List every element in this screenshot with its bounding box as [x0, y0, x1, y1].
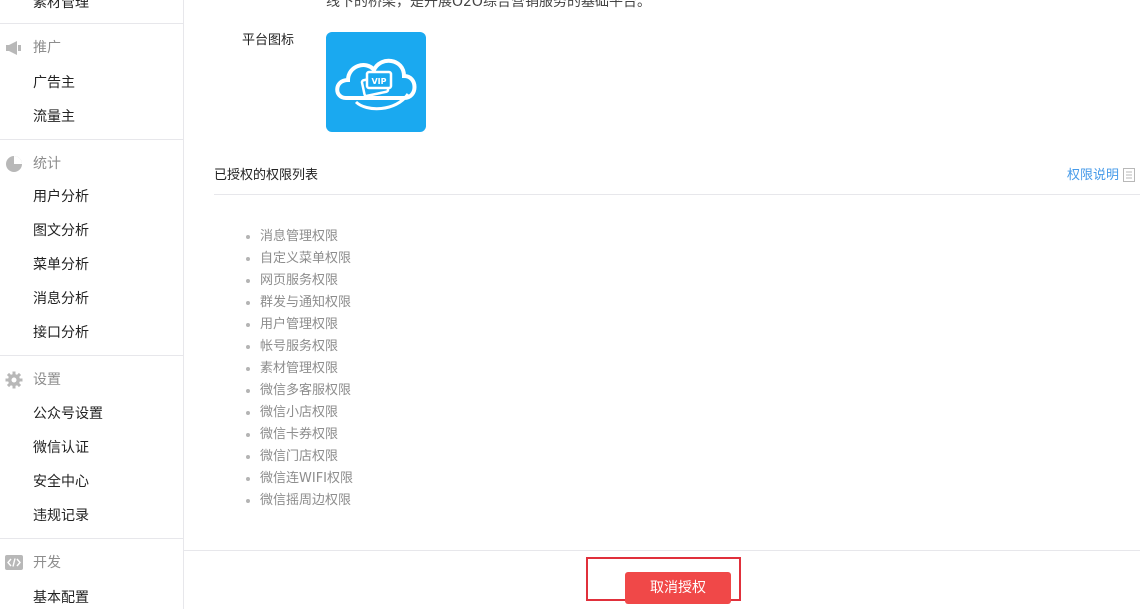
sidebar-item-wechat-verify[interactable]: 微信认证 [33, 438, 89, 458]
list-item: 微信连WIFI权限 [260, 468, 353, 490]
svg-text:VIP: VIP [371, 77, 386, 86]
list-item: 网页服务权限 [260, 270, 353, 292]
sidebar-item-violation-records[interactable]: 违规记录 [33, 506, 89, 526]
platform-icon-label: 平台图标 [242, 33, 295, 48]
document-icon[interactable] [1123, 168, 1136, 186]
sidebar-item-security-center[interactable]: 安全中心 [33, 472, 89, 492]
section-divider [214, 194, 1140, 195]
sidebar-group-title: 推广 [33, 40, 61, 56]
sidebar-item-account-settings[interactable]: 公众号设置 [33, 404, 103, 424]
sidebar-item-advertiser[interactable]: 广告主 [33, 73, 75, 93]
sidebar-item-menu-analysis[interactable]: 菜单分析 [33, 255, 89, 275]
sidebar-group-develop: 开发 [0, 553, 183, 573]
permission-list: 消息管理权限 自定义菜单权限 网页服务权限 群发与通知权限 用户管理权限 帐号服… [242, 226, 353, 512]
list-item: 微信卡券权限 [260, 424, 353, 446]
footer-divider [184, 550, 1140, 551]
sidebar-group-title: 统计 [33, 156, 61, 172]
sidebar-item-message-analysis[interactable]: 消息分析 [33, 289, 89, 309]
list-item: 自定义菜单权限 [260, 248, 353, 270]
code-icon [5, 554, 23, 572]
permission-info-label[interactable]: 权限说明 [1067, 168, 1119, 183]
cancel-authorization-button[interactable]: 取消授权 [625, 572, 731, 604]
platform-description: 线下的桥梁，是开展O2O综合营销服务的基础平台。 [326, 0, 651, 10]
main-content: 线下的桥梁，是开展O2O综合营销服务的基础平台。 平台图标 VIP 已授权的权限… [184, 0, 1140, 609]
sidebar-group-statistics: 统计 [0, 154, 183, 174]
sidebar-divider [0, 355, 183, 356]
sidebar-item-publisher[interactable]: 流量主 [33, 107, 75, 127]
permission-info-link[interactable]: 权限说明 [1067, 164, 1136, 186]
sidebar-item-material[interactable]: 素材管理 [33, 0, 89, 13]
authorized-permissions-title: 已授权的权限列表 [214, 168, 319, 183]
sidebar-item-basic-config[interactable]: 基本配置 [33, 588, 89, 608]
sidebar-item-api-analysis[interactable]: 接口分析 [33, 323, 89, 343]
list-item: 微信小店权限 [260, 402, 353, 424]
list-item: 帐号服务权限 [260, 336, 353, 358]
list-item: 群发与通知权限 [260, 292, 353, 314]
sidebar-group-settings: 设置 [0, 370, 183, 390]
sidebar-divider [0, 538, 183, 539]
megaphone-icon [5, 39, 23, 57]
sidebar-item-user-analysis[interactable]: 用户分析 [33, 187, 89, 207]
vip-cloud-logo-icon: VIP [326, 32, 426, 132]
list-item: 消息管理权限 [260, 226, 353, 248]
sidebar-group-title: 设置 [33, 372, 61, 388]
list-item: 微信门店权限 [260, 446, 353, 468]
list-item: 微信摇周边权限 [260, 490, 353, 512]
sidebar: 素材管理 推广 广告主 流量主 统计 用户分析 图文分析 菜单分析 消息分析 接… [0, 0, 184, 609]
sidebar-divider [0, 139, 183, 140]
list-item: 素材管理权限 [260, 358, 353, 380]
pie-chart-icon [5, 155, 23, 173]
list-item: 用户管理权限 [260, 314, 353, 336]
sidebar-group-title: 开发 [33, 555, 61, 571]
sidebar-divider [0, 23, 183, 24]
sidebar-item-article-analysis[interactable]: 图文分析 [33, 221, 89, 241]
list-item: 微信多客服权限 [260, 380, 353, 402]
gear-icon [5, 371, 23, 389]
sidebar-group-promotion: 推广 [0, 38, 183, 58]
